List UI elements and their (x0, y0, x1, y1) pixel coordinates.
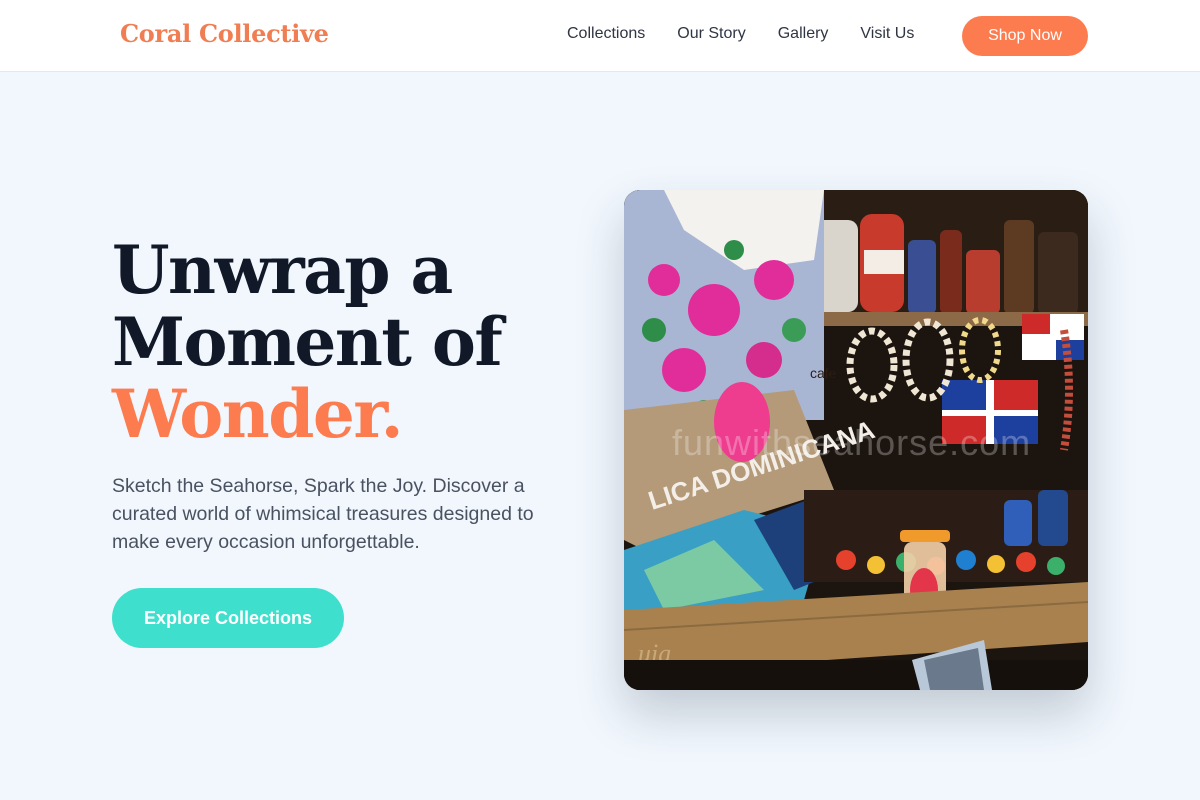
hero-title-line-2: Moment of (112, 303, 503, 381)
nav-link-collections[interactable]: Collections (567, 25, 645, 43)
explore-collections-button[interactable]: Explore Collections (112, 588, 344, 648)
brand-logo[interactable]: Coral Collective (120, 19, 329, 48)
hero-title: Unwrap a Moment of Wonder. (112, 234, 572, 450)
nav-link-our-story[interactable]: Our Story (677, 25, 745, 43)
shop-now-button[interactable]: Shop Now (962, 16, 1088, 56)
nav-link-gallery[interactable]: Gallery (778, 25, 829, 43)
nav-link-visit-us[interactable]: Visit Us (860, 25, 914, 43)
hero-image: LICA DOMINICANA uia cafe funwithseahorse… (624, 190, 1088, 690)
image-watermark: funwithseahorse.com (672, 422, 1032, 463)
main-nav: Collections Our Story Gallery Visit Us (567, 25, 914, 43)
bottle-label-text: cafe (810, 365, 837, 381)
hero-subtitle: Sketch the Seahorse, Spark the Joy. Disc… (112, 475, 534, 553)
hero-title-line-1: Unwrap a (112, 231, 453, 309)
top-navbar: Coral Collective Collections Our Story G… (0, 0, 1200, 72)
hero-title-accent: Wonder. (112, 375, 404, 453)
